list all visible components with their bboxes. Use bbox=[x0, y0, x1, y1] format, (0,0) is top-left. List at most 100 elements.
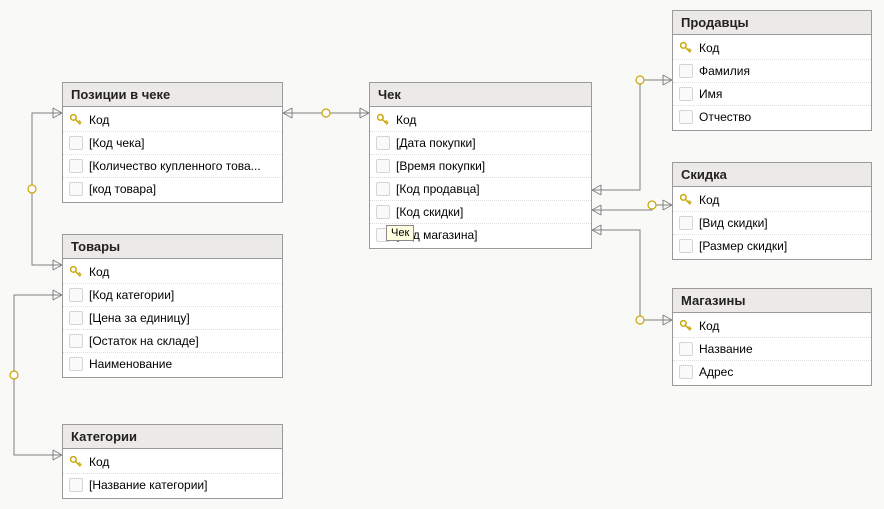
field-row[interactable]: [Название категории] bbox=[63, 473, 282, 496]
table-fields: Код [Код категории] [Цена за единицу] [Оста… bbox=[63, 259, 282, 377]
field-icon bbox=[376, 159, 390, 173]
field-row[interactable]: Наименование bbox=[63, 352, 282, 375]
table-title[interactable]: Продавцы bbox=[673, 11, 871, 35]
field-icon bbox=[679, 239, 693, 253]
field-label: [Название категории] bbox=[89, 478, 276, 492]
field-row[interactable]: [Вид скидки] bbox=[673, 211, 871, 234]
field-label: [Цена за единицу] bbox=[89, 311, 276, 325]
table-fields: Код Фамилия Имя Отчество bbox=[673, 35, 871, 130]
table-title[interactable]: Товары bbox=[63, 235, 282, 259]
field-row[interactable]: [Дата покупки] bbox=[370, 131, 591, 154]
field-row[interactable]: Код bbox=[673, 315, 871, 337]
field-row[interactable]: [Цена за единицу] bbox=[63, 306, 282, 329]
field-label: [Размер скидки] bbox=[699, 239, 865, 253]
field-icon bbox=[69, 478, 83, 492]
table-title[interactable]: Магазины bbox=[673, 289, 871, 313]
field-row[interactable]: Адрес bbox=[673, 360, 871, 383]
field-row[interactable]: [код товара] bbox=[63, 177, 282, 200]
field-row[interactable]: [Код скидки] bbox=[370, 200, 591, 223]
field-label: Код bbox=[89, 455, 276, 469]
table-title[interactable]: Чек bbox=[370, 83, 591, 107]
field-label: Имя bbox=[699, 87, 865, 101]
field-label: Код bbox=[89, 265, 276, 279]
table-title[interactable]: Категории bbox=[63, 425, 282, 449]
field-row[interactable]: Код bbox=[63, 109, 282, 131]
field-icon bbox=[679, 87, 693, 101]
field-row[interactable]: Код bbox=[63, 261, 282, 283]
field-label: [Время покупки] bbox=[396, 159, 585, 173]
field-label: [Код чека] bbox=[89, 136, 276, 150]
field-icon bbox=[376, 182, 390, 196]
field-row[interactable]: [Количество купленного това... bbox=[63, 154, 282, 177]
field-icon bbox=[69, 159, 83, 173]
field-label: Фамилия bbox=[699, 64, 865, 78]
field-row[interactable]: [Код категории] bbox=[63, 283, 282, 306]
field-icon bbox=[69, 288, 83, 302]
field-label: [Дата покупки] bbox=[396, 136, 585, 150]
table-title[interactable]: Позиции в чеке bbox=[63, 83, 282, 107]
table-fields: Код [Код чека] [Количество купленного това… bbox=[63, 107, 282, 202]
field-label: Код bbox=[699, 193, 865, 207]
field-label: Код bbox=[396, 113, 585, 127]
primary-key-icon bbox=[679, 319, 693, 333]
field-label: [Количество купленного това... bbox=[89, 159, 276, 173]
field-label: Наименование bbox=[89, 357, 276, 371]
field-row[interactable]: Отчество bbox=[673, 105, 871, 128]
table-sellers[interactable]: Продавцы Код Фамилия Имя Отчество bbox=[672, 10, 872, 131]
primary-key-icon bbox=[679, 41, 693, 55]
table-positions[interactable]: Позиции в чеке Код [Код чека] [Количество … bbox=[62, 82, 283, 203]
field-icon bbox=[69, 357, 83, 371]
field-label: [Код категории] bbox=[89, 288, 276, 302]
field-row[interactable]: [Размер скидки] bbox=[673, 234, 871, 257]
field-icon bbox=[69, 334, 83, 348]
field-icon bbox=[69, 311, 83, 325]
primary-key-icon bbox=[69, 455, 83, 469]
field-row[interactable]: [Остаток на складе] bbox=[63, 329, 282, 352]
field-label: [Вид скидки] bbox=[699, 216, 865, 230]
field-label: Отчество bbox=[699, 110, 865, 124]
field-icon bbox=[679, 64, 693, 78]
primary-key-icon bbox=[69, 265, 83, 279]
field-row[interactable]: [Код продавца] bbox=[370, 177, 591, 200]
field-icon bbox=[679, 365, 693, 379]
field-icon bbox=[679, 342, 693, 356]
field-label: Название bbox=[699, 342, 865, 356]
field-row[interactable]: Код bbox=[673, 37, 871, 59]
table-shops[interactable]: Магазины Код Название Адрес bbox=[672, 288, 872, 386]
field-row[interactable]: Имя bbox=[673, 82, 871, 105]
table-fields: Код Название Адрес bbox=[673, 313, 871, 385]
table-discount[interactable]: Скидка Код [Вид скидки] [Размер скидки] bbox=[672, 162, 872, 260]
primary-key-icon bbox=[69, 113, 83, 127]
field-label: [Код продавца] bbox=[396, 182, 585, 196]
field-icon bbox=[679, 110, 693, 124]
primary-key-icon bbox=[376, 113, 390, 127]
field-row[interactable]: Код bbox=[370, 109, 591, 131]
table-check[interactable]: Чек Код [Дата покупки] [Время покупки] [Код… bbox=[369, 82, 592, 249]
field-label: [Код магазина] bbox=[396, 228, 585, 242]
field-icon bbox=[69, 136, 83, 150]
field-row[interactable]: Код bbox=[673, 189, 871, 211]
field-label: [Код скидки] bbox=[396, 205, 585, 219]
table-categories[interactable]: Категории Код [Название категории] bbox=[62, 424, 283, 499]
field-row[interactable]: Название bbox=[673, 337, 871, 360]
field-label: Код bbox=[699, 41, 865, 55]
field-icon bbox=[679, 216, 693, 230]
table-title[interactable]: Скидка bbox=[673, 163, 871, 187]
table-fields: Код [Вид скидки] [Размер скидки] bbox=[673, 187, 871, 259]
tooltip: Чек bbox=[386, 225, 414, 241]
field-label: [код товара] bbox=[89, 182, 276, 196]
field-label: [Остаток на складе] bbox=[89, 334, 276, 348]
table-fields: Код [Название категории] bbox=[63, 449, 282, 498]
field-row[interactable]: [Код чека] bbox=[63, 131, 282, 154]
primary-key-icon bbox=[679, 193, 693, 207]
field-label: Код bbox=[89, 113, 276, 127]
field-icon bbox=[69, 182, 83, 196]
field-row[interactable]: [Время покупки] bbox=[370, 154, 591, 177]
field-row[interactable]: Код bbox=[63, 451, 282, 473]
table-goods[interactable]: Товары Код [Код категории] [Цена за единиц… bbox=[62, 234, 283, 378]
field-row[interactable]: Фамилия bbox=[673, 59, 871, 82]
field-label: Адрес bbox=[699, 365, 865, 379]
field-label: Код bbox=[699, 319, 865, 333]
field-icon bbox=[376, 205, 390, 219]
field-icon bbox=[376, 136, 390, 150]
